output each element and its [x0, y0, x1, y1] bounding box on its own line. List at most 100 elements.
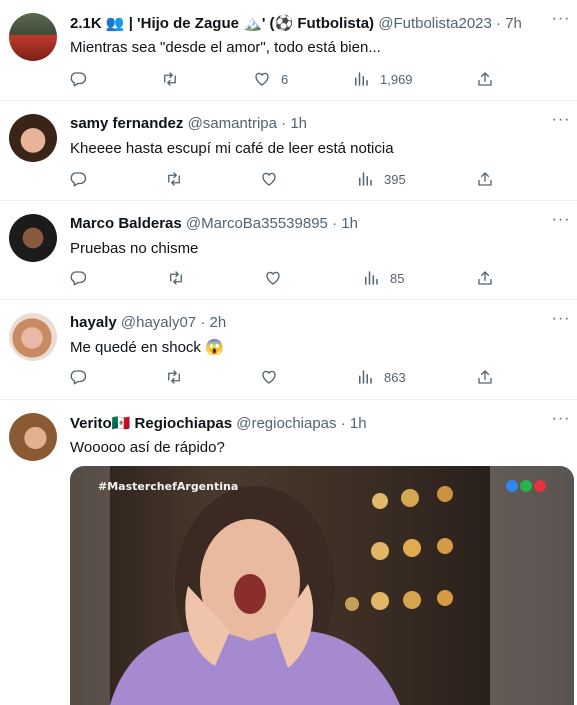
separator: ·: [496, 15, 502, 32]
more-icon[interactable]: ···: [551, 410, 571, 428]
display-name[interactable]: Marco Balderas: [70, 215, 182, 232]
display-name[interactable]: 2.1K 👥 | 'Hijo de Zague 🏔️' (⚽ Futbolist…: [70, 15, 374, 32]
handle[interactable]: @samantripa: [188, 115, 277, 132]
like-count: 6: [281, 71, 289, 87]
tweet[interactable]: hayaly @hayaly07 · 2h ··· Me quedé en sh…: [0, 300, 577, 400]
retweet-button[interactable]: [165, 366, 183, 388]
more-icon[interactable]: ···: [551, 211, 571, 229]
avatar[interactable]: [9, 13, 57, 61]
logo-dot-red: [534, 480, 546, 492]
tweet-text: Me quedé en shock 😱: [70, 339, 224, 356]
tweet-header: 2.1K 👥 | 'Hijo de Zague 🏔️' (⚽ Futbolist…: [70, 14, 537, 32]
like-button[interactable]: 6: [253, 68, 288, 90]
views-button[interactable]: 863: [356, 366, 406, 388]
display-name[interactable]: samy fernandez: [70, 115, 183, 132]
tweet-actions: 6 1,969: [62, 68, 512, 90]
separator: ·: [281, 115, 287, 132]
tweet-header: samy fernandez @samantripa · 1h: [70, 115, 537, 132]
display-name[interactable]: Verito🇲🇽 Regiochiapas: [70, 415, 232, 432]
tweet-header: Verito🇲🇽 Regiochiapas @regiochiapas · 1h: [70, 414, 537, 432]
like-button[interactable]: [260, 366, 278, 388]
like-button[interactable]: [264, 267, 282, 289]
tweet[interactable]: 2.1K 👥 | 'Hijo de Zague 🏔️' (⚽ Futbolist…: [0, 0, 577, 101]
tweet-feed: 2.1K 👥 | 'Hijo de Zague 🏔️' (⚽ Futbolist…: [0, 0, 577, 705]
share-button[interactable]: [476, 168, 494, 190]
views-button[interactable]: 1,969: [352, 68, 413, 90]
handle[interactable]: @regiochiapas: [236, 415, 336, 432]
retweet-button[interactable]: [167, 267, 185, 289]
handle[interactable]: @Futbolista2023: [378, 15, 492, 32]
reply-button[interactable]: [69, 366, 87, 388]
tweet-actions: 85: [62, 267, 512, 289]
like-icon: [264, 269, 282, 287]
tweet-text: Mientras sea "desde el amor", todo está …: [70, 39, 381, 56]
reply-button[interactable]: [69, 168, 87, 190]
separator: ·: [200, 314, 206, 331]
retweet-icon: [165, 368, 183, 386]
timestamp[interactable]: 2h: [210, 314, 227, 331]
views-icon: [356, 368, 374, 386]
reply-icon: [69, 269, 87, 287]
retweet-button[interactable]: [161, 68, 179, 90]
media-scene: [70, 466, 574, 705]
views-icon: [352, 70, 370, 88]
share-icon: [476, 70, 494, 88]
views-button[interactable]: 395: [356, 168, 406, 190]
like-button[interactable]: [260, 168, 278, 190]
tweet-text: Wooooo así de rápido?: [70, 439, 225, 456]
share-button[interactable]: [476, 68, 494, 90]
reply-button[interactable]: [69, 267, 87, 289]
like-icon: [253, 70, 271, 88]
tweet-media-image[interactable]: #MasterchefArgentina: [70, 466, 574, 705]
reply-icon: [69, 368, 87, 386]
handle[interactable]: @MarcoBa35539895: [186, 215, 328, 232]
channel-logo: [506, 480, 546, 492]
view-count: 1,969: [380, 71, 413, 87]
share-button[interactable]: [476, 366, 494, 388]
media-hashtag: #MasterchefArgentina: [98, 480, 239, 493]
timestamp[interactable]: 1h: [290, 115, 307, 132]
display-name[interactable]: hayaly: [70, 314, 117, 331]
share-icon: [476, 368, 494, 386]
more-icon[interactable]: ···: [551, 310, 571, 328]
share-button[interactable]: [476, 267, 494, 289]
tweet-header: hayaly @hayaly07 · 2h: [70, 314, 537, 331]
tweet[interactable]: samy fernandez @samantripa · 1h ··· Khee…: [0, 101, 577, 201]
separator: ·: [340, 415, 346, 432]
logo-dot-blue: [506, 480, 518, 492]
retweet-icon: [167, 269, 185, 287]
share-icon: [476, 170, 494, 188]
avatar[interactable]: [9, 313, 57, 361]
view-count: 863: [384, 369, 406, 385]
logo-dot-green: [520, 480, 532, 492]
timestamp[interactable]: 1h: [350, 415, 367, 432]
avatar[interactable]: [9, 413, 57, 461]
more-icon[interactable]: ···: [551, 111, 571, 129]
avatar[interactable]: [9, 214, 57, 262]
avatar[interactable]: [9, 114, 57, 162]
tweet-text: Kheeee hasta escupí mi café de leer está…: [70, 140, 394, 157]
like-icon: [260, 170, 278, 188]
tweet[interactable]: Marco Balderas @MarcoBa35539895 · 1h ···…: [0, 201, 577, 300]
separator: ·: [332, 215, 338, 232]
retweet-icon: [165, 170, 183, 188]
timestamp[interactable]: 7h: [505, 15, 522, 32]
more-icon[interactable]: ···: [551, 10, 571, 28]
share-icon: [476, 269, 494, 287]
timestamp[interactable]: 1h: [341, 215, 358, 232]
view-count: 85: [390, 270, 405, 286]
reply-icon: [69, 70, 87, 88]
views-button[interactable]: 85: [362, 267, 404, 289]
like-icon: [260, 368, 278, 386]
tweet-text: Pruebas no chisme: [70, 240, 199, 257]
retweet-icon: [161, 70, 179, 88]
reply-button[interactable]: [69, 68, 87, 90]
reply-icon: [69, 170, 87, 188]
views-icon: [362, 269, 380, 287]
retweet-button[interactable]: [165, 168, 183, 190]
tweet-actions: 863: [62, 366, 512, 388]
tweet-header: Marco Balderas @MarcoBa35539895 · 1h: [70, 215, 537, 232]
views-icon: [356, 170, 374, 188]
handle[interactable]: @hayaly07: [121, 314, 196, 331]
tweet-actions: 395: [62, 168, 512, 190]
